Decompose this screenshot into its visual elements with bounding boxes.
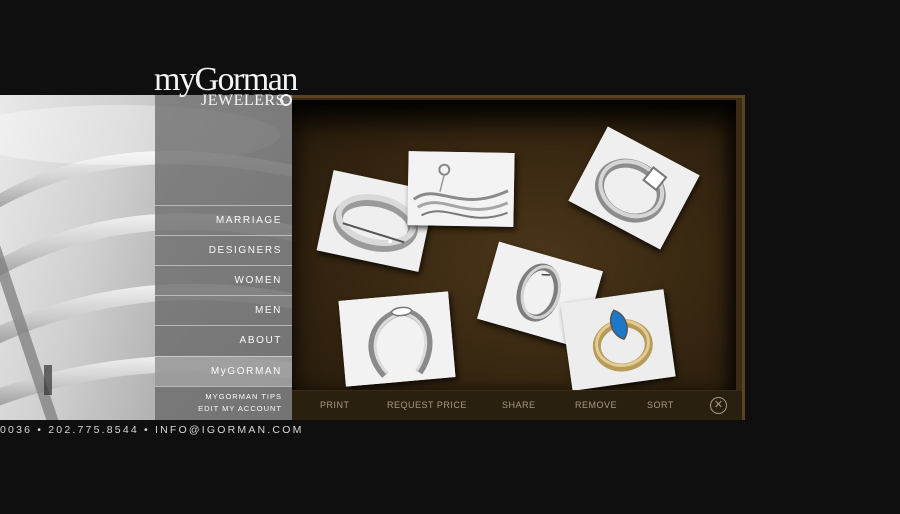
- main-nav: MARRIAGE DESIGNERS WOMEN MEN ABOUT MyGOR…: [155, 95, 292, 420]
- showcase-toolbar: PRINT REQUEST PRICE SHARE REMOVE SORT ✕: [292, 391, 742, 420]
- nav-item-men[interactable]: MEN: [155, 295, 292, 325]
- contact-info: 0036 • 202.775.8544 • INFO@IGORMAN.COM: [0, 424, 304, 436]
- close-icon[interactable]: ✕: [710, 397, 727, 414]
- nav-secondary: MYGORMAN TIPS EDIT MY ACCOUNT: [155, 386, 292, 420]
- request-price-button[interactable]: REQUEST PRICE: [387, 391, 467, 420]
- showcase-box: PRINT REQUEST PRICE SHARE REMOVE SORT ✕: [292, 95, 745, 420]
- nav-item-designers[interactable]: DESIGNERS: [155, 235, 292, 265]
- showcase-photo-3[interactable]: [568, 126, 700, 250]
- showcase-photo-2[interactable]: [407, 151, 515, 227]
- brand-logo[interactable]: myGorman JEWELERS: [154, 62, 304, 114]
- nav-item-about[interactable]: ABOUT: [155, 325, 292, 355]
- print-button[interactable]: PRINT: [320, 391, 350, 420]
- nav-item-marriage[interactable]: MARRIAGE: [155, 205, 292, 235]
- edit-account-link[interactable]: EDIT MY ACCOUNT: [155, 403, 292, 415]
- share-button[interactable]: SHARE: [502, 391, 536, 420]
- logo-subtitle: JEWELERS: [201, 92, 285, 109]
- nav-item-women[interactable]: WOMEN: [155, 265, 292, 295]
- ring-logo-icon: [280, 94, 292, 106]
- sort-button[interactable]: SORT: [647, 391, 674, 420]
- remove-button[interactable]: REMOVE: [575, 391, 617, 420]
- nav-item-mygorman[interactable]: MyGORMAN: [155, 356, 292, 386]
- showcase-tray: [292, 100, 736, 390]
- showcase-photo-6[interactable]: [560, 289, 676, 390]
- showcase-photo-5[interactable]: [338, 291, 456, 387]
- mygorman-tips-link[interactable]: MYGORMAN TIPS: [155, 391, 292, 403]
